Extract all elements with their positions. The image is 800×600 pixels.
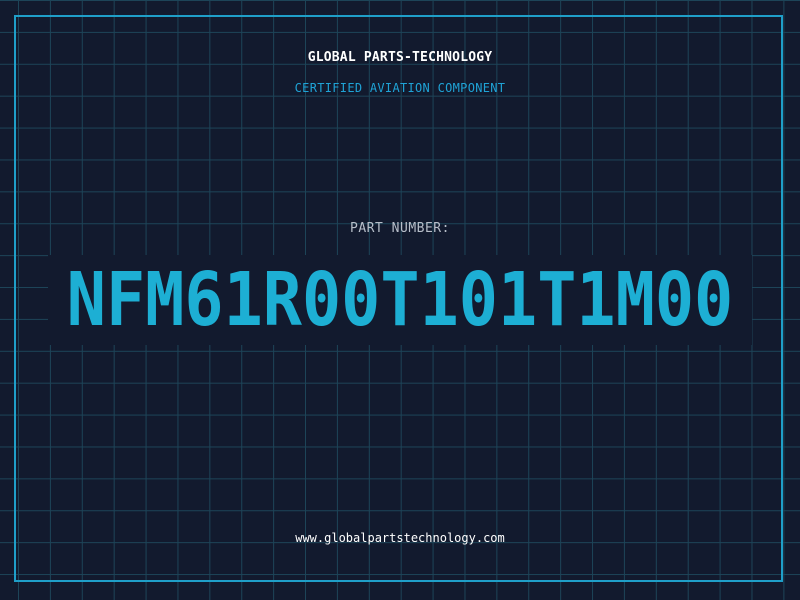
certification-tagline: CERTIFIED AVIATION COMPONENT <box>294 81 506 95</box>
company-name: GLOBAL PARTS-TECHNOLOGY <box>307 50 493 65</box>
part-number-label: PART NUMBER: <box>350 221 450 236</box>
website-link[interactable]: www.globalpartstechnology.com <box>0 531 800 545</box>
certificate-page: GLOBAL PARTS-TECHNOLOGY CERTIFIED AVIATI… <box>0 0 800 600</box>
part-number-value: NFM61R00T101T1M00 <box>48 255 752 345</box>
